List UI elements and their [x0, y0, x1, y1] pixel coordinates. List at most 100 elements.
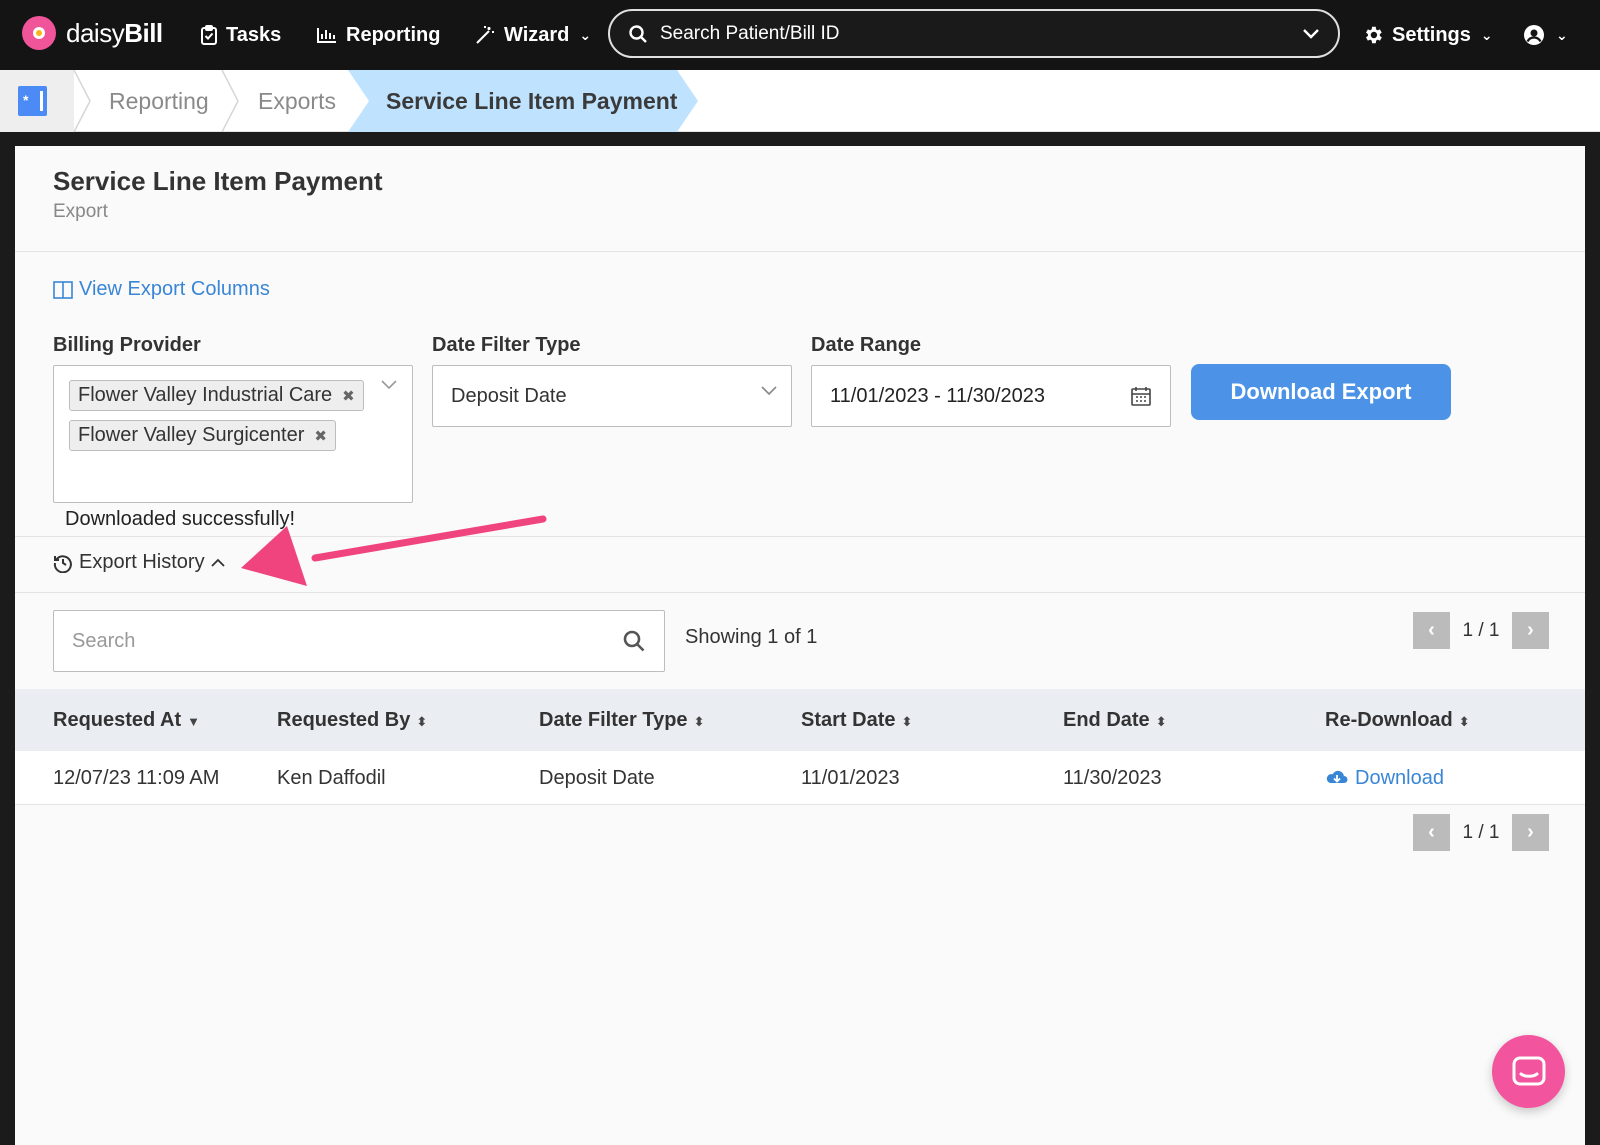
sort-desc-icon: ▼	[187, 714, 201, 729]
view-export-columns-label: View Export Columns	[79, 278, 270, 300]
remove-tag-icon[interactable]: ✖	[314, 427, 327, 445]
date-filter-type-value: Deposit Date	[451, 384, 567, 407]
chat-launcher-button[interactable]	[1492, 1035, 1565, 1108]
provider-tag: Flower Valley Industrial Care ✖	[69, 380, 364, 411]
chat-icon	[1512, 1056, 1545, 1085]
table-header: Requested At ▼ Requested By ⬍ Date Filter …	[15, 689, 1585, 751]
breadcrumb-separator	[73, 70, 91, 132]
cloud-download-icon	[1326, 770, 1348, 783]
showing-count: Showing 1 of 1	[685, 626, 818, 648]
date-filter-type-label: Date Filter Type	[432, 334, 581, 356]
breadcrumb-exports[interactable]: Exports	[258, 70, 336, 132]
top-nav: daisyBill Tasks Reporting Wizard ⌄ Setti…	[0, 0, 1600, 70]
nav-tasks-label: Tasks	[226, 23, 282, 46]
view-export-columns-link[interactable]: View Export Columns	[53, 278, 270, 301]
page-indicator: 1 / 1	[1462, 821, 1500, 843]
date-range-label: Date Range	[811, 334, 922, 356]
billing-provider-multiselect[interactable]: Flower Valley Industrial Care ✖ Flower V…	[53, 365, 413, 503]
column-header-label: End Date	[1063, 709, 1150, 731]
sort-icon: ⬍	[1458, 714, 1470, 729]
page-header: Service Line Item Payment Export	[15, 146, 1585, 252]
logo-text: daisyBill	[66, 17, 163, 48]
nav-wizard-label: Wizard	[504, 23, 570, 46]
download-export-button[interactable]: Download Export	[1191, 364, 1451, 420]
sort-icon: ⬍	[693, 714, 705, 729]
history-search-input[interactable]	[72, 629, 622, 653]
remove-tag-icon[interactable]: ✖	[342, 387, 355, 405]
nav-reporting[interactable]: Reporting	[316, 20, 440, 50]
page-subtitle: Export	[53, 201, 108, 222]
nav-settings-label: Settings	[1392, 23, 1471, 46]
chevron-down-icon[interactable]	[381, 380, 397, 390]
prev-page-button[interactable]: ‹	[1413, 814, 1450, 851]
cell-requested-by: Ken Daffodil	[277, 767, 386, 789]
chevron-down-icon[interactable]	[1302, 28, 1320, 40]
column-header-end-date[interactable]: End Date ⬍	[1063, 689, 1167, 753]
column-header-label: Requested By	[277, 709, 411, 731]
table-row: 12/07/23 11:09 AM Ken Daffodil Deposit D…	[15, 751, 1585, 805]
download-success-message: Downloaded successfully!	[65, 508, 296, 530]
columns-icon	[53, 280, 73, 299]
export-history-toggle[interactable]: Export History	[53, 551, 225, 574]
nav-wizard[interactable]: Wizard ⌄	[474, 20, 591, 50]
column-header-start-date[interactable]: Start Date ⬍	[801, 689, 912, 753]
prev-page-button[interactable]: ‹	[1413, 612, 1450, 649]
daisy-flower-icon	[22, 16, 56, 50]
account-menu[interactable]: ⌄	[1522, 20, 1568, 50]
column-header-date-filter-type[interactable]: Date Filter Type ⬍	[539, 689, 704, 753]
gear-icon	[1366, 26, 1382, 44]
cell-date-filter-type: Deposit Date	[539, 767, 655, 789]
re-download-link[interactable]: Download	[1325, 751, 1444, 805]
breadcrumb-reporting[interactable]: Reporting	[109, 70, 209, 132]
chevron-down-icon: ⌄	[579, 26, 592, 43]
document-icon: *	[18, 86, 47, 116]
breadcrumb-home[interactable]: *	[0, 70, 74, 132]
provider-tag-label: Flower Valley Industrial Care	[78, 384, 333, 406]
breadcrumb: * Reporting Exports Service Line Item Pa…	[0, 70, 1600, 132]
patient-bill-search[interactable]	[608, 9, 1340, 58]
column-header-re-download[interactable]: Re-Download ⬍	[1325, 689, 1470, 753]
column-header-requested-by[interactable]: Requested By ⬍	[277, 689, 427, 753]
pagination-bottom: ‹ 1 / 1 ›	[1413, 814, 1549, 851]
provider-tag-label: Flower Valley Surgicenter	[78, 424, 305, 446]
cell-end-date: 11/30/2023	[1063, 767, 1162, 789]
app-logo[interactable]: daisyBill	[22, 16, 163, 50]
column-header-label: Date Filter Type	[539, 709, 688, 731]
cell-requested-at: 12/07/23 11:09 AM	[53, 767, 220, 789]
date-range-input[interactable]: 11/01/2023 - 11/30/2023	[811, 365, 1171, 427]
chevron-down-icon: ⌄	[1480, 26, 1493, 43]
chevron-down-icon	[761, 386, 777, 396]
date-filter-type-select[interactable]: Deposit Date	[432, 365, 792, 427]
magic-wand-icon	[476, 26, 494, 44]
chevron-down-icon: ⌄	[1556, 26, 1568, 43]
search-icon	[623, 630, 645, 652]
billing-provider-label: Billing Provider	[53, 334, 201, 356]
next-page-button[interactable]: ›	[1512, 814, 1549, 851]
cell-start-date: 11/01/2023	[801, 767, 900, 789]
export-history-header: Export History	[15, 536, 1585, 593]
search-icon	[629, 24, 647, 43]
history-search[interactable]	[53, 610, 665, 672]
next-page-button[interactable]: ›	[1512, 612, 1549, 649]
sort-icon: ⬍	[416, 714, 428, 729]
column-header-requested-at[interactable]: Requested At ▼	[53, 689, 200, 753]
sort-icon: ⬍	[901, 714, 913, 729]
date-range-value: 11/01/2023 - 11/30/2023	[830, 384, 1045, 407]
sort-icon: ⬍	[1155, 714, 1167, 729]
column-header-label: Start Date	[801, 709, 896, 731]
page-title: Service Line Item Payment	[53, 166, 383, 196]
nav-settings[interactable]: Settings ⌄	[1362, 20, 1493, 50]
breadcrumb-current: Service Line Item Payment	[348, 70, 698, 132]
history-icon	[53, 554, 72, 573]
nav-reporting-label: Reporting	[346, 23, 441, 46]
pagination-top: ‹ 1 / 1 ›	[1413, 612, 1549, 649]
clipboard-check-icon	[201, 25, 217, 45]
search-input[interactable]	[660, 22, 1290, 45]
calendar-icon[interactable]	[1130, 385, 1152, 407]
user-circle-icon	[1524, 25, 1544, 45]
provider-tag: Flower Valley Surgicenter ✖	[69, 420, 336, 451]
main-panel: Service Line Item Payment Export View Ex…	[15, 146, 1585, 1145]
nav-tasks[interactable]: Tasks	[200, 20, 281, 50]
bar-chart-icon	[317, 28, 336, 43]
download-link-label: Download	[1355, 767, 1444, 789]
